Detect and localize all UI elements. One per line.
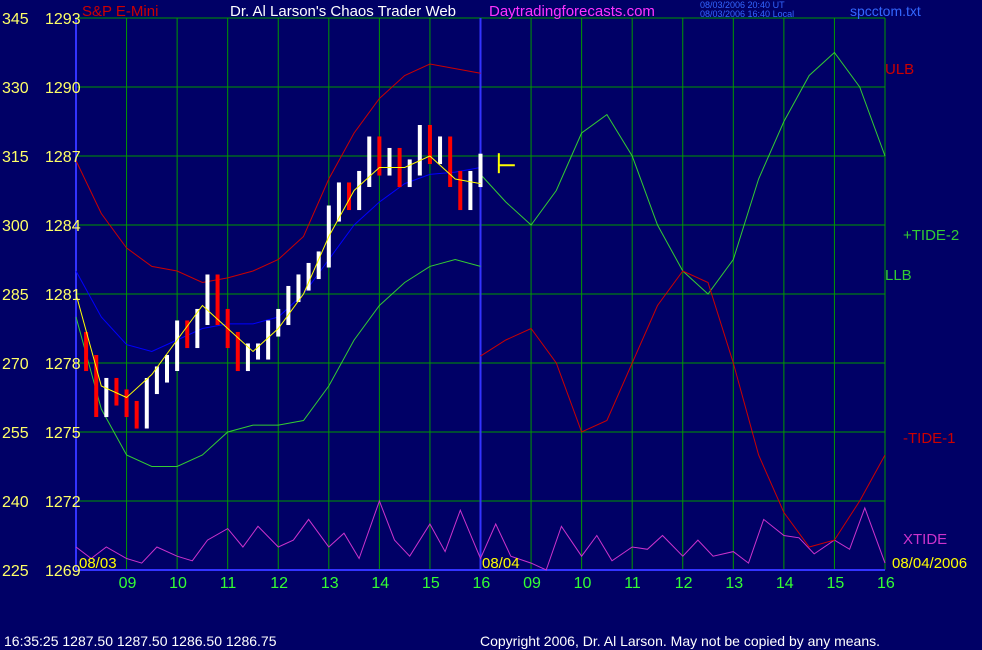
x-tick-label: 09	[523, 575, 541, 592]
y-tick-price: 1278	[45, 356, 81, 373]
xtide-label: XTIDE	[903, 531, 947, 548]
x-tick-label: 12	[270, 575, 288, 592]
date-label-start: 08/03	[79, 555, 117, 572]
symbol-label: S&P E-Mini	[82, 3, 158, 20]
y-tick-left: 225	[2, 563, 29, 580]
y-tick-left: 315	[2, 149, 29, 166]
date-label-end: 08/04/2006	[892, 555, 967, 572]
x-tick-label: 14	[776, 575, 794, 592]
x-tick-label: 09	[119, 575, 137, 592]
chart-grid	[75, 17, 886, 571]
x-tick-label: 13	[725, 575, 743, 592]
x-tick-label: 11	[220, 575, 237, 592]
date-label-mid: 08/04	[482, 555, 520, 572]
y-tick-price: 1287	[45, 149, 81, 166]
x-tick-label: 15	[422, 575, 440, 592]
y-tick-price: 1284	[45, 218, 81, 235]
tide-minus-label: -TIDE-1	[903, 430, 956, 447]
y-tick-price: 1281	[45, 287, 81, 304]
ulb-label: ULB	[885, 61, 914, 78]
x-tick-label: 13	[321, 575, 339, 592]
x-tick-label: 11	[624, 575, 641, 592]
y-tick-price: 1272	[45, 494, 81, 511]
llb-label: LLB	[885, 267, 912, 284]
chart-title: Dr. Al Larson's Chaos Trader Web	[230, 3, 456, 20]
file-label: spcctom.txt	[850, 3, 921, 19]
y-tick-price: 1293	[45, 11, 81, 28]
y-tick-left: 255	[2, 425, 29, 442]
x-tick-label: 14	[371, 575, 389, 592]
copyright: Copyright 2006, Dr. Al Larson. May not b…	[480, 633, 880, 649]
quote-line: 16:35:25 1287.50 1287.50 1286.50 1286.75	[4, 633, 277, 649]
x-tick-label: 16	[877, 575, 895, 592]
y-tick-price: 1290	[45, 80, 81, 97]
y-tick-price: 1269	[45, 563, 81, 580]
chart: 345 1293 330 1290 315 1287 300 1284 285 1281 270 12…	[2, 0, 967, 649]
x-tick-label: 10	[169, 575, 187, 592]
x-tick-label: 10	[574, 575, 592, 592]
date-line-2: 08/03/2006 16:40 Local	[700, 9, 794, 19]
tide-plus-label: +TIDE-2	[903, 227, 959, 244]
y-tick-left: 270	[2, 356, 29, 373]
x-tick-label: 15	[826, 575, 844, 592]
y-tick-left: 300	[2, 218, 29, 235]
site-label: Daytradingforecasts.com	[489, 3, 655, 20]
y-tick-left: 330	[2, 80, 29, 97]
y-tick-left: 285	[2, 287, 29, 304]
chart-labels: 345 1293 330 1290 315 1287 300 1284 285 1281 270 12…	[2, 11, 967, 592]
y-tick-left: 240	[2, 494, 29, 511]
x-tick-label: 12	[675, 575, 693, 592]
y-tick-price: 1275	[45, 425, 81, 442]
x-tick-label: 16	[473, 575, 491, 592]
y-tick-left: 345	[2, 11, 29, 28]
